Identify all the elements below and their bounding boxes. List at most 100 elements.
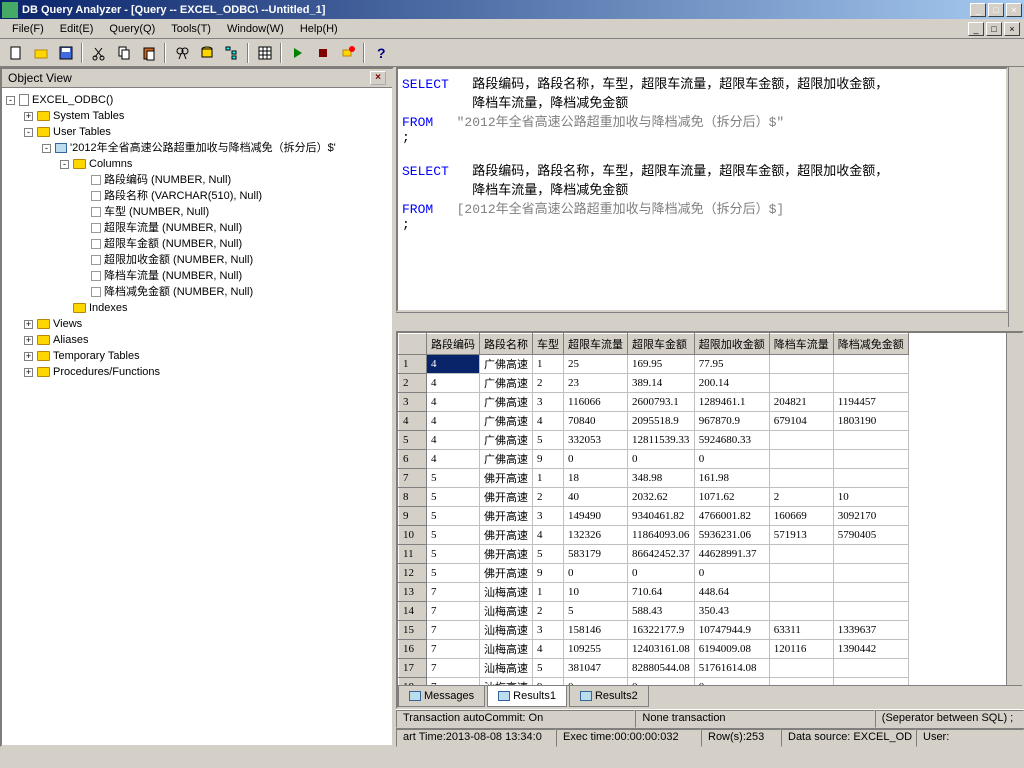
grid-cell[interactable]: 汕梅高速: [480, 659, 533, 678]
grid-cell[interactable]: 汕梅高速: [480, 678, 533, 686]
paste-button[interactable]: [137, 42, 160, 64]
tree-column-item[interactable]: 降档减免金额 (NUMBER, Null): [104, 286, 253, 298]
grid-cell[interactable]: 16322177.9: [628, 621, 695, 640]
tree-collapse-icon[interactable]: -: [24, 128, 33, 137]
grid-cell[interactable]: 3: [533, 507, 564, 526]
tree-column-item[interactable]: 超限车流量 (NUMBER, Null): [104, 222, 242, 234]
column-header[interactable]: 路段编码: [427, 334, 480, 355]
grid-cell[interactable]: 汕梅高速: [480, 583, 533, 602]
table-row[interactable]: 44广佛高速4708402095518.9967870.967910418031…: [399, 412, 909, 431]
row-number[interactable]: 9: [399, 507, 427, 526]
grid-cell[interactable]: [833, 431, 908, 450]
grid-cell[interactable]: 4: [533, 640, 564, 659]
grid-cell[interactable]: 7: [427, 640, 480, 659]
grid-cell[interactable]: 116066: [564, 393, 628, 412]
grid-cell[interactable]: 63311: [769, 621, 833, 640]
grid-cell[interactable]: 7: [427, 621, 480, 640]
grid-cell[interactable]: 149490: [564, 507, 628, 526]
row-number[interactable]: 5: [399, 431, 427, 450]
grid-cell[interactable]: 1803190: [833, 412, 908, 431]
table-row[interactable]: 125佛开高速9000: [399, 564, 909, 583]
stop-button[interactable]: [311, 42, 334, 64]
row-number[interactable]: 8: [399, 488, 427, 507]
grid-cell[interactable]: 汕梅高速: [480, 640, 533, 659]
grid-cell[interactable]: 0: [564, 450, 628, 469]
grid-cell[interactable]: 44628991.37: [694, 545, 769, 564]
grid-cell[interactable]: 51761614.08: [694, 659, 769, 678]
mdi-close-button[interactable]: ×: [1004, 22, 1020, 36]
grid-cell[interactable]: [833, 583, 908, 602]
row-number[interactable]: 13: [399, 583, 427, 602]
grid-cell[interactable]: 广佛高速: [480, 374, 533, 393]
tree-column-item[interactable]: 车型 (NUMBER, Null): [104, 206, 209, 218]
table-row[interactable]: 95佛开高速31494909340461.824766001.821606693…: [399, 507, 909, 526]
grid-cell[interactable]: 1390442: [833, 640, 908, 659]
tree-procedures[interactable]: Procedures/Functions: [53, 366, 160, 378]
grid-cell[interactable]: 0: [564, 678, 628, 686]
grid-cell[interactable]: [769, 602, 833, 621]
help-button[interactable]: ?: [369, 42, 392, 64]
execute-button[interactable]: [286, 42, 309, 64]
grid-cell[interactable]: [769, 564, 833, 583]
column-header[interactable]: 降档车流量: [769, 334, 833, 355]
grid-cell[interactable]: 11864093.06: [628, 526, 695, 545]
tree-columns-label[interactable]: Columns: [89, 158, 132, 170]
grid-cell[interactable]: 佛开高速: [480, 488, 533, 507]
tab-results1[interactable]: Results1: [487, 686, 567, 707]
row-number[interactable]: 1: [399, 355, 427, 374]
grid-cell[interactable]: 1194457: [833, 393, 908, 412]
grid-cell[interactable]: 佛开高速: [480, 545, 533, 564]
grid-cell[interactable]: 710.64: [628, 583, 695, 602]
grid-cell[interactable]: 120116: [769, 640, 833, 659]
row-number[interactable]: 4: [399, 412, 427, 431]
table-row[interactable]: 177汕梅高速538104782880544.0851761614.08: [399, 659, 909, 678]
grid-cell[interactable]: 9: [533, 678, 564, 686]
grid-cell[interactable]: 4: [533, 526, 564, 545]
copy-button[interactable]: [112, 42, 135, 64]
tree-views[interactable]: Views: [53, 318, 82, 330]
grid-cell[interactable]: [833, 450, 908, 469]
table-row[interactable]: 137汕梅高速110710.64448.64: [399, 583, 909, 602]
table-row[interactable]: 14广佛高速125169.9577.95: [399, 355, 909, 374]
tree-expand-icon[interactable]: +: [24, 320, 33, 329]
sql-editor[interactable]: SELECT 路段编码，路段名称，车型，超限车流量，超限车金额，超限加收金额， …: [396, 67, 1008, 312]
grid-cell[interactable]: 0: [694, 450, 769, 469]
grid-cell[interactable]: 381047: [564, 659, 628, 678]
tree-aliases[interactable]: Aliases: [53, 334, 88, 346]
grid-cell[interactable]: 9: [533, 450, 564, 469]
row-number[interactable]: 12: [399, 564, 427, 583]
grid-cell[interactable]: [769, 469, 833, 488]
tree-expand-icon[interactable]: +: [24, 112, 33, 121]
grid-cell[interactable]: 广佛高速: [480, 450, 533, 469]
grid-cell[interactable]: 200.14: [694, 374, 769, 393]
menu-file[interactable]: File(F): [4, 21, 52, 37]
grid-cell[interactable]: 2600793.1: [628, 393, 695, 412]
row-number[interactable]: 16: [399, 640, 427, 659]
table-row[interactable]: 187汕梅高速9000: [399, 678, 909, 686]
grid-cell[interactable]: 0: [628, 564, 695, 583]
grid-cell[interactable]: 6194009.08: [694, 640, 769, 659]
tree-collapse-icon[interactable]: -: [42, 144, 51, 153]
grid-cell[interactable]: [769, 450, 833, 469]
grid-cell[interactable]: 18: [564, 469, 628, 488]
row-number[interactable]: 17: [399, 659, 427, 678]
table-row[interactable]: 167汕梅高速410925512403161.086194009.0812011…: [399, 640, 909, 659]
table-row[interactable]: 115佛开高速558317986642452.3744628991.37: [399, 545, 909, 564]
grid-cell[interactable]: 5: [427, 545, 480, 564]
minimize-button[interactable]: _: [970, 3, 986, 17]
grid-cell[interactable]: [769, 659, 833, 678]
grid-cell[interactable]: [769, 583, 833, 602]
table-row[interactable]: 147汕梅高速25588.43350.43: [399, 602, 909, 621]
tab-messages[interactable]: Messages: [398, 686, 485, 707]
grid-cell[interactable]: 0: [628, 678, 695, 686]
grid-cell[interactable]: 9: [533, 564, 564, 583]
grid-cell[interactable]: 4766001.82: [694, 507, 769, 526]
grid-cell[interactable]: 0: [694, 678, 769, 686]
grid-cell[interactable]: 广佛高速: [480, 393, 533, 412]
database-button[interactable]: [195, 42, 218, 64]
grid-cell[interactable]: 332053: [564, 431, 628, 450]
grid-cell[interactable]: [833, 355, 908, 374]
grid-cell[interactable]: 1339637: [833, 621, 908, 640]
pane-close-button[interactable]: ×: [370, 71, 386, 85]
grid-cell[interactable]: 5924680.33: [694, 431, 769, 450]
